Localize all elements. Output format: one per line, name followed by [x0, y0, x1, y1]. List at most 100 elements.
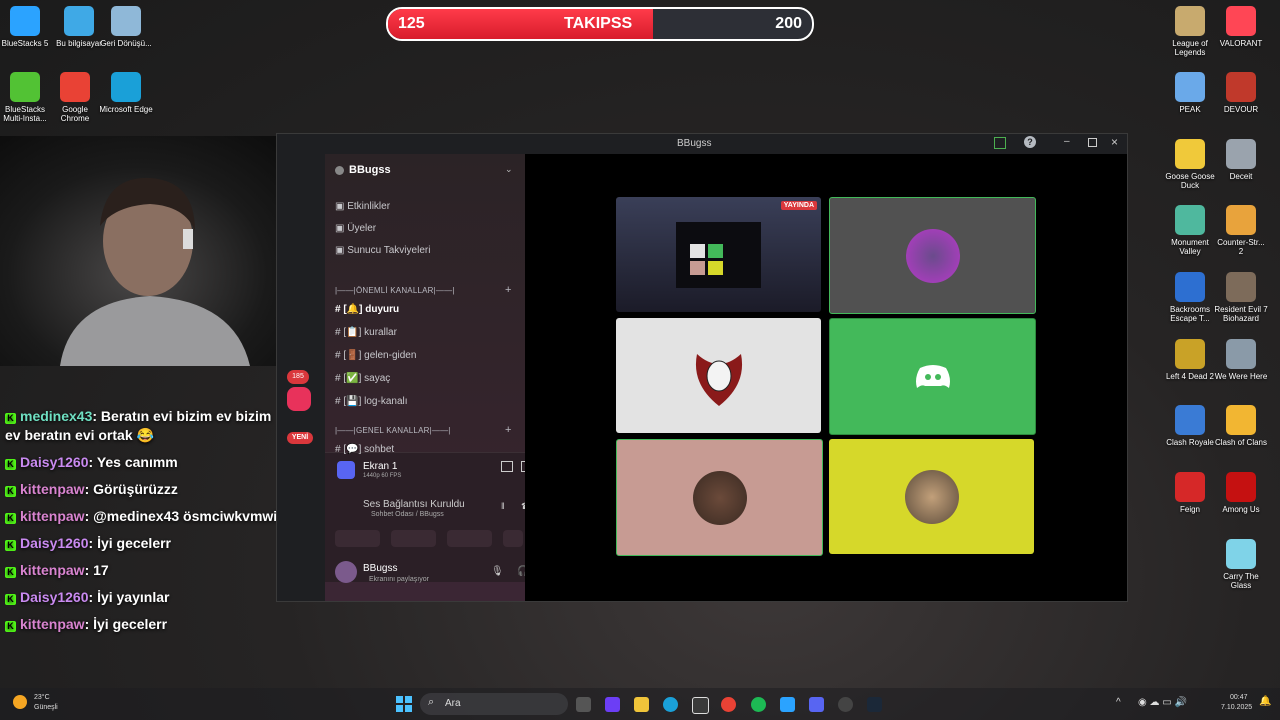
tray-icons[interactable]: ◉ ☁ ▭ 🔊 — [1138, 697, 1187, 708]
desktop-icon-label: Geri Dönüşü... — [100, 39, 152, 48]
notification-icon[interactable]: 🔔 — [1259, 696, 1271, 707]
desktop-icon[interactable]: Bu bilgisayar — [52, 6, 106, 48]
copilot-icon[interactable] — [605, 697, 620, 712]
desktop-icon[interactable]: Among Us — [1214, 472, 1268, 514]
soundboard-button[interactable] — [503, 530, 523, 547]
desktop-icon[interactable]: Microsoft Edge — [99, 72, 153, 114]
participant-tile-2[interactable] — [616, 318, 821, 433]
desktop-icon[interactable]: BlueStacks Multi-Insta... — [0, 72, 52, 123]
desktop-icon[interactable]: Resident Evil 7 Biohazard — [1214, 272, 1268, 323]
chat-username[interactable]: Daisy1260 — [20, 454, 89, 470]
channel-category[interactable]: |——|GENEL KANALLAR|——| — [335, 426, 451, 435]
avatar — [905, 228, 960, 283]
help-icon[interactable]: ? — [1024, 136, 1036, 148]
chat-username[interactable]: kittenpaw — [20, 562, 85, 578]
windows-start-icon[interactable] — [396, 696, 412, 712]
server-menu-item[interactable]: ▣ Etkinlikler — [335, 201, 390, 212]
desktop-icon[interactable]: PEAK — [1163, 72, 1217, 114]
chat-username[interactable]: Daisy1260 — [20, 589, 89, 605]
desktop-icon[interactable]: BlueStacks 5 — [0, 6, 52, 48]
desktop-icon[interactable]: Backrooms Escape T... — [1163, 272, 1217, 323]
desktop-icon-label: Clash Royale — [1166, 438, 1214, 447]
resident-evil-icon — [1226, 272, 1256, 302]
spotify-icon[interactable] — [751, 697, 766, 712]
weather-icon[interactable] — [13, 695, 27, 709]
share-screen-button[interactable] — [391, 530, 436, 547]
channel-item[interactable]: # [📋] kurallar — [335, 327, 397, 338]
chat-username[interactable]: medinex43 — [20, 408, 92, 424]
close-icon[interactable]: × — [1111, 135, 1118, 149]
add-channel-icon[interactable]: + — [505, 284, 512, 296]
microphone-icon[interactable]: 🎙 — [491, 566, 504, 577]
channel-item[interactable]: # [💬] sohbet — [335, 444, 394, 455]
follower-goal-bar: 125 TAKIPSS 200 — [386, 7, 814, 41]
desktop-icon[interactable]: Carry The Glass — [1214, 539, 1268, 590]
chat-username[interactable]: kittenpaw — [20, 508, 85, 524]
desktop-icon[interactable]: Feign — [1163, 472, 1217, 514]
user-panel — [325, 582, 525, 601]
channel-item[interactable]: # [🔔] duyuru — [335, 304, 399, 315]
desktop-icon[interactable]: Clash of Clans — [1214, 405, 1268, 447]
chevron-up-icon[interactable]: ^ — [1116, 697, 1121, 708]
edge-icon[interactable] — [663, 697, 678, 712]
camera-toggle-button[interactable] — [335, 530, 380, 547]
search-input[interactable]: ⌕ Ara — [420, 693, 568, 715]
desktop-icon[interactable]: VALORANT — [1214, 6, 1268, 48]
recycle-bin-icon — [111, 6, 141, 36]
maximize-icon[interactable] — [1088, 138, 1097, 147]
discord-window[interactable]: BBugss ? – × 185 YENİ BBugss ⌄ Ekran 1 1… — [276, 133, 1128, 602]
stop-stream-icon[interactable] — [501, 461, 513, 472]
bluestacks-icon[interactable] — [780, 697, 795, 712]
server-menu-item[interactable]: ▣ Sunucu Takviyeleri — [335, 245, 430, 256]
bluestacks-multi-icon — [10, 72, 40, 102]
desktop-icon-label: BlueStacks Multi-Insta... — [3, 105, 47, 123]
participant-tile-1[interactable] — [829, 197, 1036, 314]
desktop-icon[interactable]: We Were Here — [1214, 339, 1268, 381]
desktop-icon[interactable]: DEVOUR — [1214, 72, 1268, 114]
desktop-icon[interactable]: Deceit — [1214, 139, 1268, 181]
chat-username[interactable]: Daisy1260 — [20, 535, 89, 551]
desktop-icon-label: BlueStacks 5 — [1, 39, 49, 48]
steam-icon[interactable] — [867, 697, 882, 712]
avatar — [695, 353, 742, 406]
chat-text: : Yes canımm — [88, 454, 178, 470]
channel-name: sayaç — [364, 373, 391, 384]
desktop-icon[interactable]: Left 4 Dead 2 — [1163, 339, 1217, 381]
store-icon[interactable] — [692, 697, 709, 714]
desktop-icon-label: League of Legends — [1172, 39, 1208, 57]
add-channel-icon[interactable]: + — [505, 424, 512, 436]
avatar[interactable] — [335, 561, 357, 583]
server-header[interactable]: BBugss — [335, 164, 391, 176]
bluestacks-icon — [10, 6, 40, 36]
desktop-icon[interactable]: Goose Goose Duck — [1163, 139, 1217, 190]
task-view-icon[interactable] — [576, 697, 591, 712]
desktop-icon[interactable]: League of Legends — [1163, 6, 1217, 57]
desktop-icon[interactable]: Geri Dönüşü... — [99, 6, 153, 48]
desktop-icon[interactable]: Clash Royale — [1163, 405, 1217, 447]
chevron-down-icon[interactable]: ⌄ — [505, 164, 513, 175]
desktop-icon[interactable]: Monument Valley — [1163, 205, 1217, 256]
chat-username[interactable]: kittenpaw — [20, 616, 85, 632]
noise-suppression-icon[interactable]: ‖ — [501, 501, 505, 511]
chrome-icon[interactable] — [721, 697, 736, 712]
participant-tile-5[interactable] — [829, 439, 1034, 554]
chat-username[interactable]: kittenpaw — [20, 481, 85, 497]
channel-category[interactable]: |——|ÖNEMLİ KANALLAR|——| — [335, 286, 455, 295]
minimize-icon[interactable]: – — [1064, 136, 1070, 147]
file-explorer-icon[interactable] — [634, 697, 649, 712]
activity-button[interactable] — [447, 530, 492, 547]
menu-label: Etkinlikler — [347, 201, 391, 212]
discord-icon[interactable] — [809, 697, 824, 712]
inbox-icon[interactable] — [994, 137, 1006, 149]
channel-item[interactable]: # [✅] sayaç — [335, 373, 390, 384]
desktop-icon[interactable]: Counter-Str... 2 — [1214, 205, 1268, 256]
channel-item[interactable]: # [💾] log-kanalı — [335, 396, 408, 407]
participant-tile-4[interactable] — [616, 439, 823, 556]
participant-tile-3[interactable] — [829, 318, 1036, 435]
stream-tile[interactable]: YAYINDA — [616, 197, 821, 312]
channel-item[interactable]: # [🚪] gelen-giden — [335, 350, 416, 361]
obs-icon[interactable] — [838, 697, 853, 712]
server-icon[interactable] — [287, 387, 311, 411]
server-menu-item[interactable]: ▣ Üyeler — [335, 223, 376, 234]
desktop-icon[interactable]: Google Chrome — [48, 72, 102, 123]
